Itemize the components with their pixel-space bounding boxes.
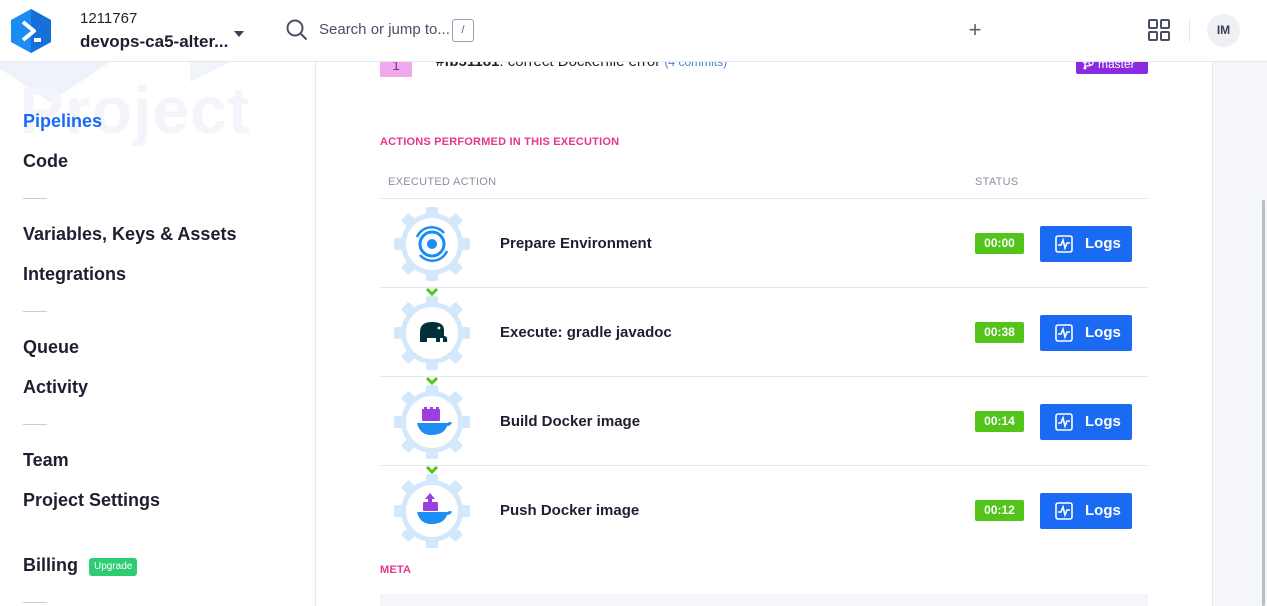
logs-button-label: Logs <box>1085 324 1121 341</box>
column-header-action: EXECUTED ACTION <box>388 176 497 188</box>
docker-push-icon <box>394 474 470 548</box>
sidebar-item-integrations[interactable]: Integrations <box>23 264 126 285</box>
top-bar: 1211767 devops-ca5-alter... Search or ju… <box>0 0 1267 62</box>
sidebar-item-activity[interactable]: Activity <box>23 377 88 398</box>
search-icon[interactable] <box>286 19 308 41</box>
scrollbar-thumb[interactable] <box>1262 200 1265 606</box>
action-name: Push Docker image <box>500 502 640 519</box>
avatar[interactable]: IM <box>1207 14 1240 47</box>
settings-sync-icon <box>394 207 470 281</box>
activity-icon <box>1055 413 1073 431</box>
chevron-down-icon[interactable] <box>233 26 245 37</box>
sidebar-item-queue[interactable]: Queue <box>23 337 79 358</box>
sidebar-item-pipelines[interactable]: Pipelines <box>23 111 102 132</box>
action-row: Prepare Environment 00:00 Logs <box>380 199 1148 288</box>
search-shortcut-key: / <box>452 19 474 42</box>
sidebar-item-variables[interactable]: Variables, Keys & Assets <box>23 224 236 245</box>
action-row: Build Docker image 00:14 Logs <box>380 377 1148 466</box>
apps-grid-icon[interactable] <box>1148 19 1170 41</box>
buddy-logo-icon[interactable] <box>8 7 54 55</box>
logs-button[interactable]: Logs <box>1040 315 1132 351</box>
sidebar-item-team[interactable]: Team <box>23 450 69 471</box>
docker-build-icon <box>394 385 470 459</box>
logs-button[interactable]: Logs <box>1040 404 1132 440</box>
meta-section-title: META <box>380 564 412 576</box>
action-row: Execute: gradle javadoc 00:38 Logs <box>380 288 1148 377</box>
column-header-status: STATUS <box>975 176 1019 188</box>
meta-panel <box>380 594 1148 606</box>
sidebar: Project Pipelines Code Variables, Keys &… <box>0 62 316 606</box>
sidebar-item-billing[interactable]: Billing <box>23 555 78 576</box>
status-badge: 00:12 <box>975 500 1024 521</box>
status-badge: 00:38 <box>975 322 1024 343</box>
action-name: Prepare Environment <box>500 235 652 252</box>
topbar-divider <box>1189 18 1190 42</box>
gradle-elephant-icon <box>394 296 470 370</box>
add-button[interactable]: + <box>964 17 986 43</box>
actions-section-title: ACTIONS PERFORMED IN THIS EXECUTION <box>380 136 620 148</box>
logs-button-label: Logs <box>1085 235 1121 252</box>
sidebar-divider <box>23 311 47 312</box>
status-badge: 00:14 <box>975 411 1024 432</box>
sidebar-divider <box>23 602 47 603</box>
activity-icon <box>1055 235 1073 253</box>
logs-button[interactable]: Logs <box>1040 226 1132 262</box>
sidebar-item-code[interactable]: Code <box>23 151 68 172</box>
logs-button[interactable]: Logs <box>1040 493 1132 529</box>
sidebar-divider <box>23 424 47 425</box>
project-id: 1211767 <box>80 10 138 27</box>
action-name: Build Docker image <box>500 413 641 430</box>
sidebar-item-project-settings[interactable]: Project Settings <box>23 490 160 511</box>
sidebar-watermark: Project <box>20 73 251 147</box>
search-input[interactable]: Search or jump to... <box>319 21 450 38</box>
activity-icon <box>1055 502 1073 520</box>
action-row: Push Docker image 00:12 Logs <box>380 466 1148 555</box>
logs-button-label: Logs <box>1085 502 1121 519</box>
status-badge: 00:00 <box>975 233 1024 254</box>
sidebar-divider <box>23 198 47 199</box>
logs-button-label: Logs <box>1085 413 1121 430</box>
upgrade-badge[interactable]: Upgrade <box>89 558 138 576</box>
action-name: Execute: gradle javadoc <box>500 324 672 341</box>
activity-icon <box>1055 324 1073 342</box>
project-name[interactable]: devops-ca5-alter... <box>80 32 228 52</box>
